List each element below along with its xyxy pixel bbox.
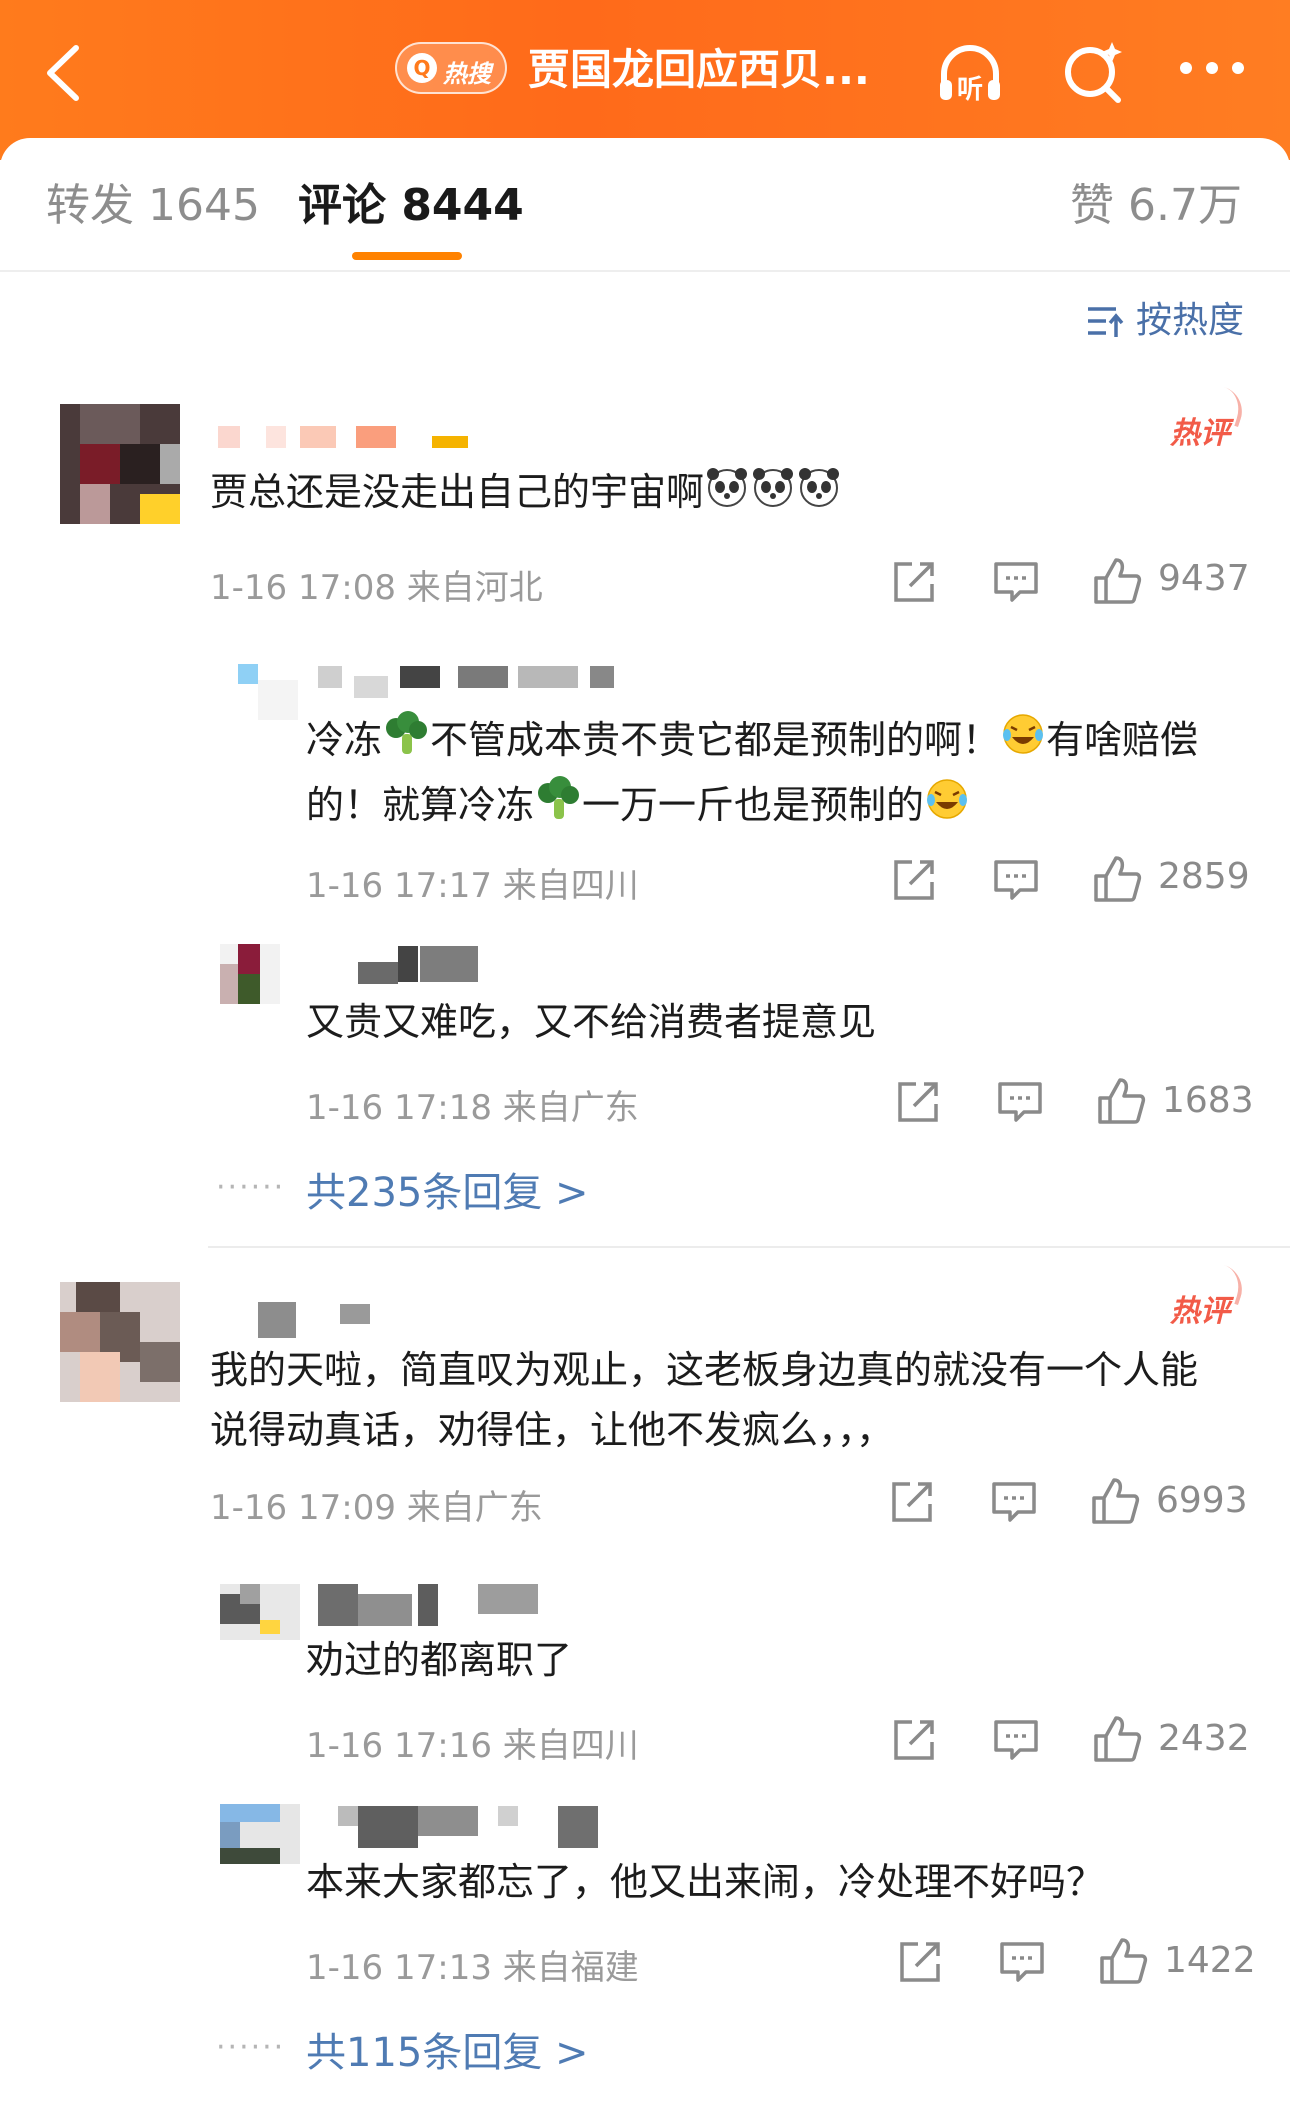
tab-repost[interactable]: 转发 1645 [46, 178, 260, 234]
sort-label: 按热度 [1135, 300, 1244, 341]
reply-avatar[interactable] [220, 1584, 300, 1640]
panda-emoji-icon [704, 463, 750, 526]
page-title: 贾国龙回应西贝... [528, 45, 870, 94]
reply-username-blurred[interactable] [318, 1584, 558, 1626]
comment-text: 贾总还是没走出自己的宇宙啊 [210, 462, 1220, 526]
view-more-replies-link[interactable]: 共235条回复 > [306, 1160, 589, 1218]
thread-divider [208, 1246, 1290, 1248]
like-icon[interactable] [1092, 854, 1142, 902]
comment-icon[interactable] [992, 1716, 1040, 1764]
comment-icon[interactable] [992, 558, 1040, 606]
share-icon[interactable] [888, 1478, 936, 1526]
username-blurred[interactable] [218, 426, 478, 452]
hot-search-label: 热搜 [443, 60, 491, 88]
panda-emoji-icon [796, 463, 842, 526]
like-count: 2432 [1158, 1718, 1250, 1759]
listen-label: 听 [957, 75, 983, 105]
more-icon[interactable] [1174, 36, 1250, 112]
like-icon[interactable] [1096, 1076, 1146, 1124]
share-icon[interactable] [890, 856, 938, 904]
reply-text: 本来大家都忘了，他又出来闹，冷处理不好吗？ [306, 1860, 1105, 1904]
reply-text-a: 冷冻 [306, 718, 383, 762]
avatar[interactable] [60, 1282, 180, 1402]
back-arrow-icon[interactable] [36, 38, 96, 108]
reply-username-blurred[interactable] [318, 666, 614, 698]
active-tab-indicator [352, 252, 462, 260]
like-count: 6993 [1156, 1480, 1248, 1521]
search-sparkle-icon[interactable] [1056, 36, 1132, 112]
like-count: 1683 [1162, 1080, 1254, 1121]
hot-comment-badge: 热评 [1170, 1286, 1230, 1330]
share-icon[interactable] [894, 1078, 942, 1126]
sort-icon [1087, 307, 1124, 337]
reply-text: 又贵又难吃，又不给消费者提意见 [306, 1000, 877, 1044]
comment-icon[interactable] [990, 1478, 1038, 1526]
username-blurred[interactable] [258, 1302, 378, 1338]
more-replies-dots: ······ [216, 1170, 286, 1205]
comment-icon[interactable] [992, 856, 1040, 904]
reply-avatar[interactable] [238, 664, 298, 724]
top-bar: Q 热搜 贾国龙回应西贝... 听 [0, 0, 1290, 160]
reply-avatar[interactable] [220, 944, 280, 1004]
like-icon[interactable] [1090, 1476, 1140, 1524]
comment-icon[interactable] [998, 1938, 1046, 1986]
headphones-listen-icon[interactable]: 听 [932, 36, 1008, 112]
more-replies-dots: ······ [216, 2030, 286, 2065]
reply-meta: 1-16 17:13 来自福建 [306, 1948, 639, 1988]
share-icon[interactable] [890, 558, 938, 606]
share-icon[interactable] [896, 1938, 944, 1986]
view-more-replies-link[interactable]: 共115条回复 > [306, 2020, 589, 2078]
search-icon: Q [407, 53, 437, 83]
hot-search-badge[interactable]: Q 热搜 [395, 42, 507, 94]
share-icon[interactable] [890, 1716, 938, 1764]
tab-bar: 转发 1645 评论 8444 赞 6.7万 [0, 138, 1290, 272]
tab-like[interactable]: 赞 6.7万 [1070, 178, 1242, 234]
like-icon[interactable] [1092, 1714, 1142, 1762]
broccoli-emoji-icon [534, 775, 582, 840]
comment-icon[interactable] [996, 1078, 1044, 1126]
comment-text: 我的天啦，简直叹为观止，这老板身边真的就没有一个人能说得动真话，劝得住，让他不发… [210, 1348, 1199, 1452]
hot-comment-badge: 热评 [1170, 408, 1230, 452]
like-count: 1422 [1164, 1940, 1256, 1981]
like-count: 9437 [1158, 558, 1250, 599]
reply-text-b: 不管成本贵不贵它都是预制的啊！ [430, 718, 1001, 762]
laugh-tears-emoji-icon [1000, 711, 1046, 774]
sort-by-hot-button[interactable]: 按热度 [1086, 296, 1244, 346]
reply-text: 冷冻 不管成本贵不贵它都是预制的啊！ 有啥赔偿的！就算冷冻 一万一斤也是预制的 [306, 710, 1246, 840]
comment-text-body: 贾总还是没走出自己的宇宙啊 [210, 470, 705, 514]
reply-username-blurred[interactable] [338, 1806, 598, 1848]
reply-text-d: 一万一斤也是预制的 [582, 783, 925, 827]
reply-text: 劝过的都离职了 [306, 1638, 573, 1682]
like-icon[interactable] [1098, 1936, 1148, 1984]
reply-meta: 1-16 17:16 来自四川 [306, 1726, 639, 1766]
reply-meta: 1-16 17:17 来自四川 [306, 866, 639, 906]
comment-meta: 1-16 17:08 来自河北 [210, 568, 543, 608]
tab-comment[interactable]: 评论 8444 [298, 178, 524, 234]
broccoli-emoji-icon [382, 710, 430, 775]
panda-emoji-icon [750, 463, 796, 526]
like-count: 2859 [1158, 856, 1250, 897]
comment-meta: 1-16 17:09 来自广东 [210, 1488, 543, 1528]
reply-avatar[interactable] [220, 1804, 300, 1864]
laugh-tears-emoji-icon [924, 776, 970, 839]
like-icon[interactable] [1092, 556, 1142, 604]
reply-meta: 1-16 17:18 来自广东 [306, 1088, 639, 1128]
avatar[interactable] [60, 404, 180, 524]
reply-username-blurred[interactable] [358, 946, 478, 984]
